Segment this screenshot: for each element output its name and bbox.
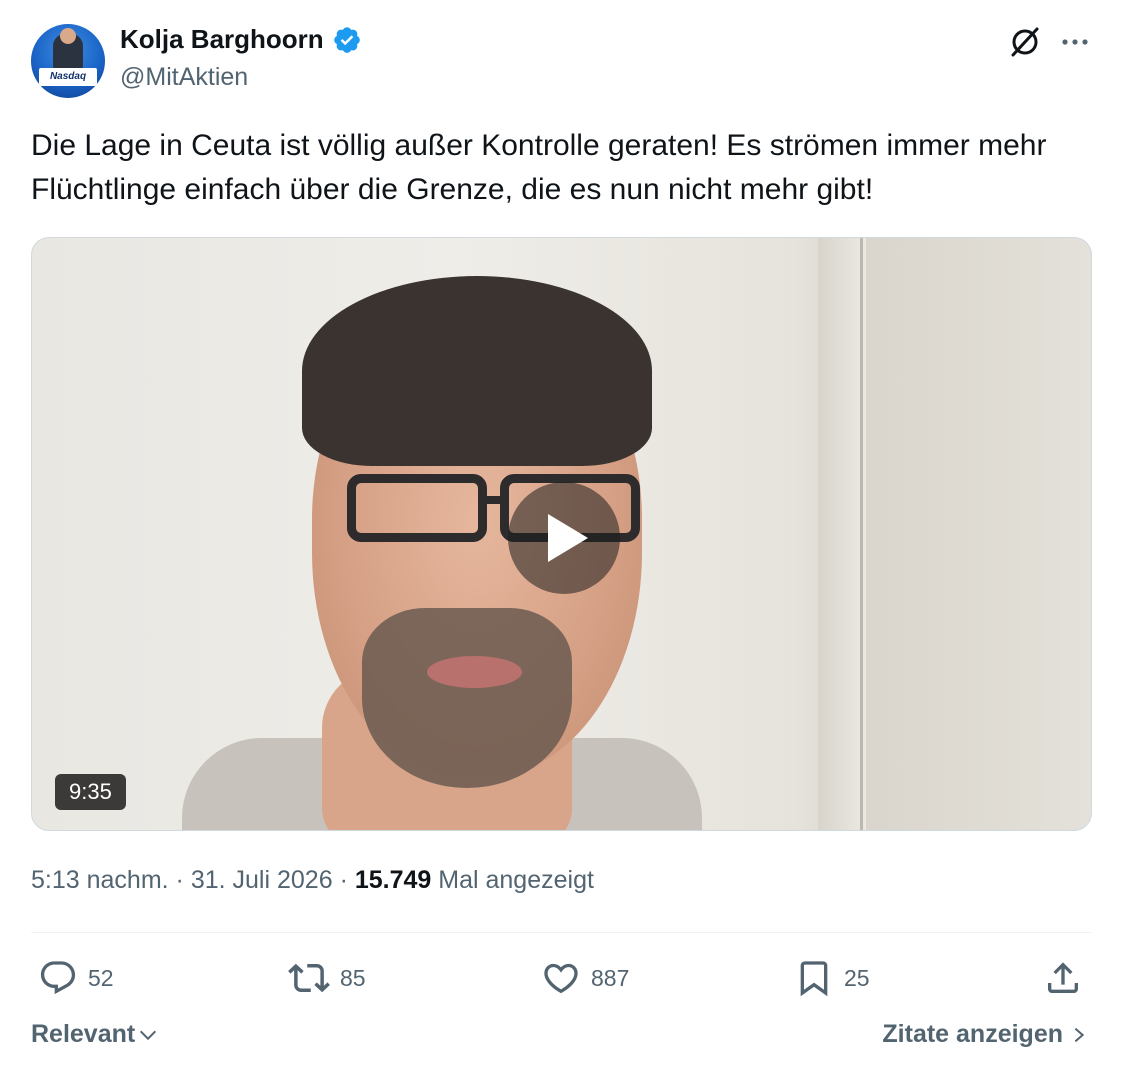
- like-button[interactable]: 887: [541, 956, 629, 1000]
- chevron-down-icon: [140, 1030, 157, 1040]
- view-label: Mal angezeigt: [438, 866, 594, 894]
- play-button[interactable]: [508, 482, 620, 594]
- avatar[interactable]: Nasdaq: [31, 24, 105, 98]
- author-handle[interactable]: @MitAktien: [120, 63, 248, 92]
- verified-badge-icon[interactable]: [332, 25, 362, 55]
- view-quotes-link[interactable]: Zitate anzeigen: [882, 1020, 1087, 1049]
- share-icon: [1048, 962, 1078, 993]
- like-count: 887: [591, 964, 630, 991]
- heart-icon: [544, 963, 578, 994]
- tweet-time[interactable]: 5:13 nachm.: [31, 866, 169, 894]
- author-name[interactable]: Kolja Barghoorn: [120, 24, 324, 55]
- retweet-count: 85: [340, 964, 366, 991]
- tweet-meta: 5:13 nachm. · 31. Juli 2026 · 15.749 Mal…: [31, 866, 594, 895]
- avatar-head: [60, 28, 76, 44]
- sort-label: Relevant: [31, 1020, 136, 1048]
- person-beard: [362, 608, 572, 788]
- reply-icon: [40, 961, 76, 995]
- meta-separator: ·: [175, 866, 184, 894]
- door-gap: [860, 238, 863, 830]
- play-icon: [548, 514, 588, 562]
- grok-icon[interactable]: [1005, 22, 1045, 62]
- chevron-right-icon: [1074, 1027, 1085, 1042]
- video-duration: 9:35: [55, 774, 126, 810]
- meta-separator-2: ·: [339, 866, 348, 894]
- share-button[interactable]: [1043, 956, 1083, 1000]
- video-thumbnail[interactable]: 9:35: [31, 237, 1092, 831]
- reply-count: 52: [88, 964, 114, 991]
- retweet-icon: [288, 963, 330, 993]
- person-mouth: [427, 656, 522, 688]
- glasses-left-lens: [347, 474, 487, 542]
- person-hair: [302, 276, 652, 466]
- tweet-date[interactable]: 31. Juli 2026: [191, 866, 333, 894]
- bookmark-button[interactable]: 25: [794, 956, 870, 1000]
- retweet-button[interactable]: 85: [288, 956, 366, 1000]
- glasses-bridge: [485, 496, 503, 504]
- view-count: 15.749: [354, 866, 432, 894]
- door-frame: [818, 238, 866, 830]
- bookmark-count: 25: [844, 964, 870, 991]
- sort-dropdown[interactable]: Relevant: [31, 1020, 159, 1049]
- reply-button[interactable]: 52: [38, 956, 114, 1000]
- quotes-label: Zitate anzeigen: [882, 1020, 1063, 1048]
- bookmark-icon: [800, 961, 828, 997]
- avatar-logo-text: Nasdaq: [39, 68, 97, 86]
- tweet-text: Die Lage in Ceuta ist völlig außer Kontr…: [31, 129, 1047, 206]
- author-name-row[interactable]: Kolja Barghoorn: [120, 24, 362, 55]
- more-icon[interactable]: [1055, 22, 1095, 62]
- divider: [31, 932, 1092, 933]
